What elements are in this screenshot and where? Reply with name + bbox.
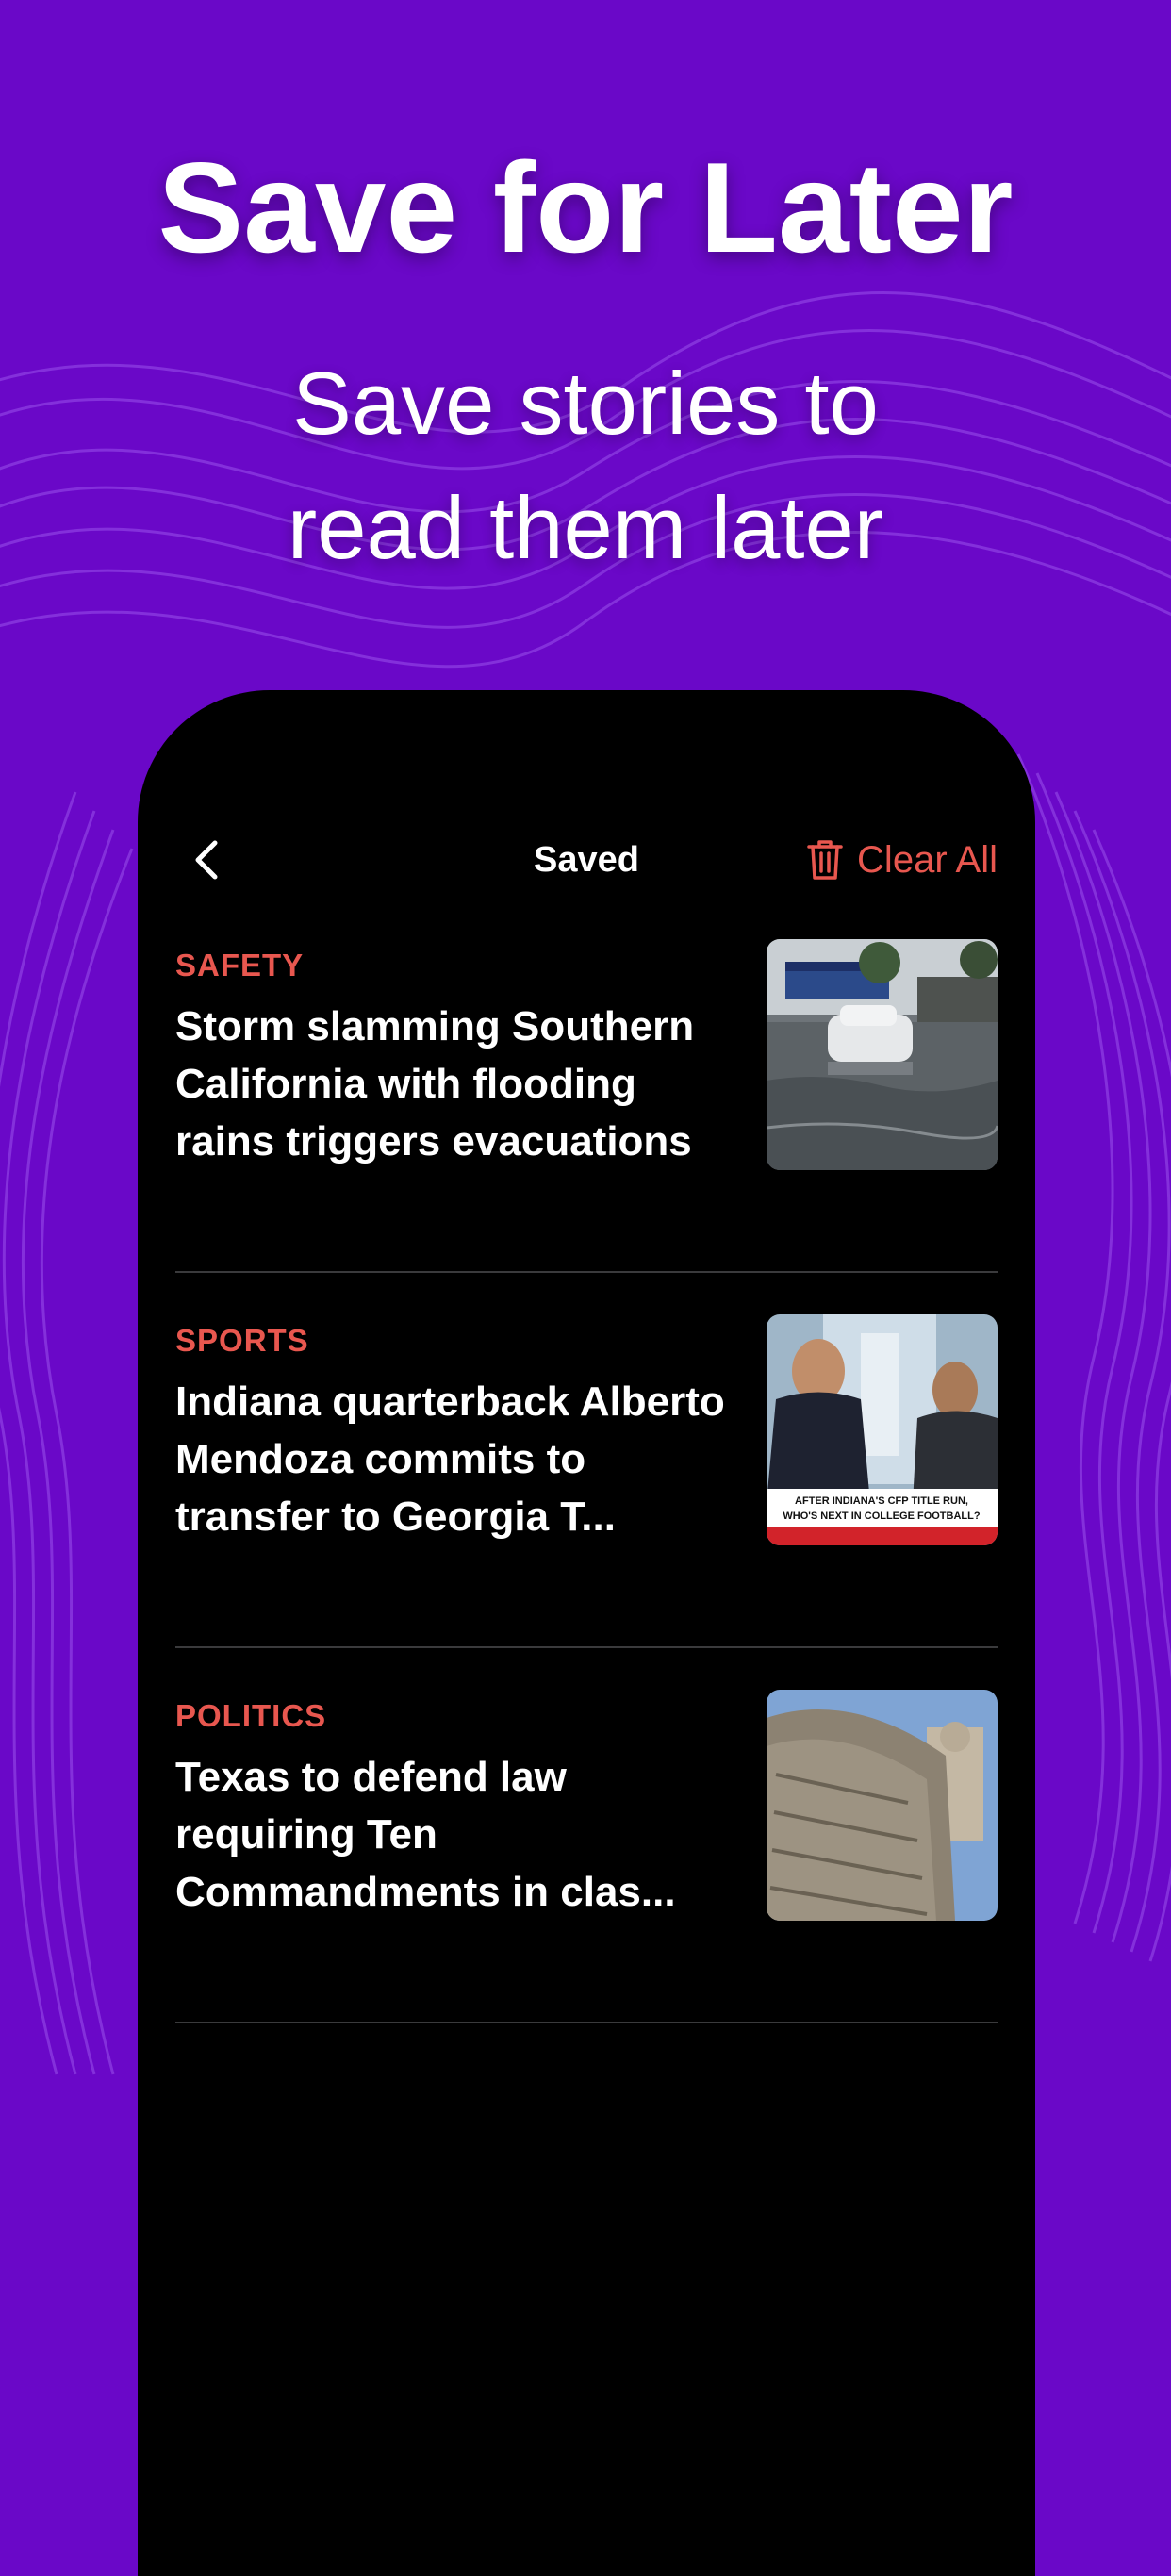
article-category: POLITICS bbox=[175, 1698, 327, 1733]
image-caption-line-1: AFTER INDIANA'S CFP TITLE RUN, bbox=[795, 1495, 968, 1507]
flooded-street-photo bbox=[767, 939, 998, 1170]
ten-commandments-monument-photo bbox=[767, 1690, 998, 1921]
saved-articles-list: SAFETY Storm slamming Southern Californi… bbox=[175, 939, 998, 2023]
article-row[interactable]: POLITICS Texas to defend law requiring T… bbox=[175, 1690, 998, 2023]
clear-all-button[interactable]: Clear All bbox=[806, 832, 998, 888]
article-headline: Storm slamming Southern California with … bbox=[175, 1003, 695, 1164]
hero-subtitle-line-2: read them later bbox=[287, 478, 884, 577]
navigation-bar: Saved Clear All bbox=[138, 813, 1035, 907]
hero-title: Save for Later bbox=[157, 136, 1014, 279]
phone-screen: Saved Clear All SAFETY Storm slamming So… bbox=[138, 690, 1035, 2576]
article-headline: Indiana quarterback Alberto Mendoza comm… bbox=[175, 1379, 725, 1540]
article-row[interactable]: SPORTS Indiana quarterback Alberto Mendo… bbox=[175, 1314, 998, 1648]
article-headline: Texas to defend law requiring Ten Comman… bbox=[175, 1754, 676, 1915]
image-caption-line-2: WHO'S NEXT IN COLLEGE FOOTBALL? bbox=[783, 1511, 980, 1522]
clear-all-label: Clear All bbox=[857, 838, 998, 881]
hero-subtitle: Save stories to read them later bbox=[0, 341, 1171, 590]
article-category: SAFETY bbox=[175, 948, 305, 983]
article-row[interactable]: SAFETY Storm slamming Southern Californi… bbox=[175, 939, 998, 1273]
hero-subtitle-line-1: Save stories to bbox=[292, 354, 879, 453]
trash-icon bbox=[807, 840, 843, 880]
sports-show-photo: AFTER INDIANA'S CFP TITLE RUN, WHO'S NEX… bbox=[767, 1314, 998, 1545]
article-category: SPORTS bbox=[175, 1323, 309, 1358]
